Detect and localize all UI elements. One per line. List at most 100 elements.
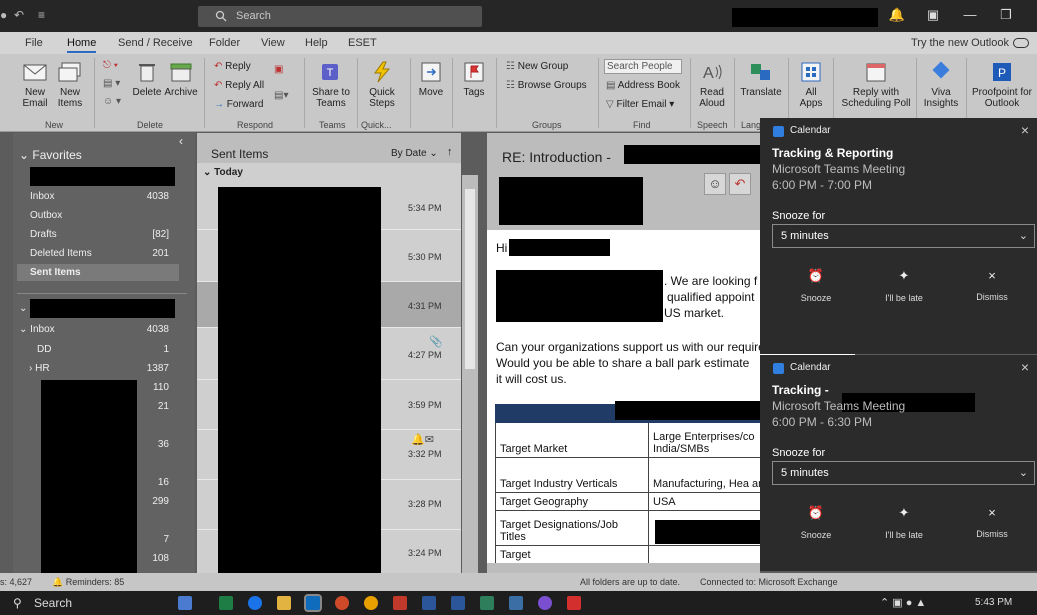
ill-be-late-button[interactable]: ✦ I'll be late [874,505,934,540]
word-icon[interactable] [451,596,465,610]
snooze-select[interactable]: 5 minutes ⌄ [772,224,1035,248]
junk-icon[interactable]: ☺ ▾ [103,96,121,107]
excel-icon[interactable] [219,596,233,610]
fav-sent-items[interactable]: Sent Items [30,267,81,278]
app-icon[interactable] [335,596,349,610]
file-explorer-icon[interactable] [277,596,291,610]
toast-subtitle: Microsoft Teams Meeting [772,399,906,413]
reply-all-button[interactable]: ↶ Reply All [214,80,264,91]
address-book-button[interactable]: ▤ Address Book [606,80,680,91]
minimize-icon[interactable]: — [960,7,980,22]
tab-help[interactable]: Help [305,37,328,49]
mailbox-inbox[interactable]: ⌄ Inbox [19,324,55,335]
system-tray-icons[interactable]: ⌃ ▣ ● ▲ [880,596,926,609]
calendar-reminder-toast[interactable]: Calendar × Tracking & Reporting Microsof… [760,118,1037,354]
fav-deleted-items[interactable]: Deleted Items [30,248,92,259]
folder-dd[interactable]: DD [37,344,51,355]
app-icon[interactable] [480,596,494,610]
mailbox-expand-icon[interactable]: ⌄ [19,303,27,314]
outlook-icon[interactable] [304,594,322,612]
share-to-teams-button[interactable]: T Share to Teams [311,60,351,109]
fav-drafts[interactable]: Drafts [30,229,57,240]
group-today[interactable]: ⌄ Today [203,167,243,178]
more-respond-icon[interactable]: ▤▾ [274,90,288,101]
customize-icon[interactable]: ≡ [38,8,45,22]
app-icon[interactable] [393,596,407,610]
acrobat-icon[interactable] [567,596,581,610]
viva-insights-button[interactable]: Viva Insights [920,60,962,109]
read-aloud-button[interactable]: A Read Aloud [696,60,728,109]
meeting-icon[interactable]: ▣ [274,64,283,75]
delete-button[interactable]: Delete [132,60,162,98]
chrome-icon[interactable] [364,596,378,610]
toast-close-icon[interactable]: × [1021,359,1029,375]
ignore-icon[interactable]: ⎋ ▾ [103,60,118,71]
redacted-table-header [615,401,760,420]
undo-icon[interactable]: ↶ [14,8,24,22]
collapse-pane-icon[interactable]: ‹ [179,134,183,148]
folder-hr[interactable]: › HR [29,363,50,374]
archive-button[interactable]: Archive [164,60,198,98]
reply-icon[interactable]: ↶ [729,173,751,195]
taskbar-search[interactable]: Search [34,596,72,610]
tab-folder[interactable]: Folder [209,37,240,49]
toast-time: 6:00 PM - 6:30 PM [772,415,873,429]
windows-taskbar: ⚲ Search ⌃ ▣ ● ▲ 5:43 PM [0,591,1037,615]
snooze-select[interactable]: 5 minutes ⌄ [772,461,1035,485]
folder-count: 110 [153,382,169,393]
sort-dropdown[interactable]: By Date ⌄ [391,148,438,159]
tab-home[interactable]: Home [67,37,97,53]
toast-close-icon[interactable]: × [1021,122,1029,138]
reply-button[interactable]: ↶ Reply [214,61,251,72]
taskbar-search-icon[interactable]: ⚲ [13,596,22,610]
toast-subtitle: Microsoft Teams Meeting [772,162,906,176]
reply-scheduling-poll-button[interactable]: Reply with Scheduling Poll [840,60,912,109]
tab-eset[interactable]: ESET [348,37,377,49]
widgets-icon[interactable] [178,596,192,610]
search-input[interactable]: Search [198,6,482,27]
restore-icon[interactable]: ❐ [996,7,1016,23]
reminders-status[interactable]: 🔔 Reminders: 85 [52,577,124,588]
email-subject: RE: Introduction - [502,149,611,165]
message-list-scrollbar[interactable] [462,175,478,573]
filter-email-button[interactable]: ▽ Filter Email ▾ [606,99,674,110]
new-items-button[interactable]: New Items [53,60,87,109]
fav-outbox[interactable]: Outbox [30,210,62,221]
ribbon-display-icon[interactable]: ▣ [923,7,943,23]
calendar-icon [773,363,784,374]
folder-pane: ‹ ⌄ Favorites Inbox 4038 Outbox Drafts [… [13,133,195,573]
cleanup-icon[interactable]: ▤ ▾ [103,78,120,89]
bell-icon[interactable]: 🔔 [887,7,907,23]
browse-groups-button[interactable]: ☷ Browse Groups [506,80,587,91]
calendar-reminder-toast[interactable]: Calendar × Tracking - Microsoft Teams Me… [760,355,1037,571]
app-icon[interactable] [538,596,552,610]
proofpoint-button[interactable]: P Proofpoint for Outlook [970,60,1034,109]
favorites-header[interactable]: ⌄ Favorites [19,148,82,162]
taskbar-clock[interactable]: 5:43 PM [975,597,1012,608]
snooze-button[interactable]: ⏰ Snooze [786,505,846,540]
emoji-reaction-icon[interactable]: ☺ [704,173,726,195]
app-icon[interactable] [509,596,523,610]
move-button[interactable]: Move [416,60,446,98]
dismiss-button[interactable]: × Dismiss [962,268,1022,302]
new-group-button[interactable]: ☷ New Group [506,61,568,72]
word-icon[interactable] [422,596,436,610]
dismiss-button[interactable]: × Dismiss [962,505,1022,539]
snooze-button[interactable]: ⏰ Snooze [786,268,846,303]
tab-send-receive[interactable]: Send / Receive [118,37,193,49]
try-new-outlook-toggle[interactable] [1013,38,1029,48]
new-email-button[interactable]: New Email [20,60,50,109]
forward-button[interactable]: → Forward [214,99,263,110]
translate-button[interactable]: Translate [740,60,782,98]
search-people-input[interactable]: Search People [604,59,682,74]
tab-file[interactable]: File [25,37,43,49]
quick-steps-button[interactable]: Quick Steps [362,60,402,109]
ill-be-late-button[interactable]: ✦ I'll be late [874,268,934,303]
sort-direction-icon[interactable]: ↑ [447,146,453,158]
tags-button[interactable]: Tags [458,60,490,98]
all-apps-button[interactable]: All Apps [795,60,827,109]
tab-view[interactable]: View [261,37,285,49]
edge-icon[interactable] [248,596,262,610]
redacted-mailbox-account [30,299,175,318]
fav-inbox[interactable]: Inbox [30,191,54,202]
